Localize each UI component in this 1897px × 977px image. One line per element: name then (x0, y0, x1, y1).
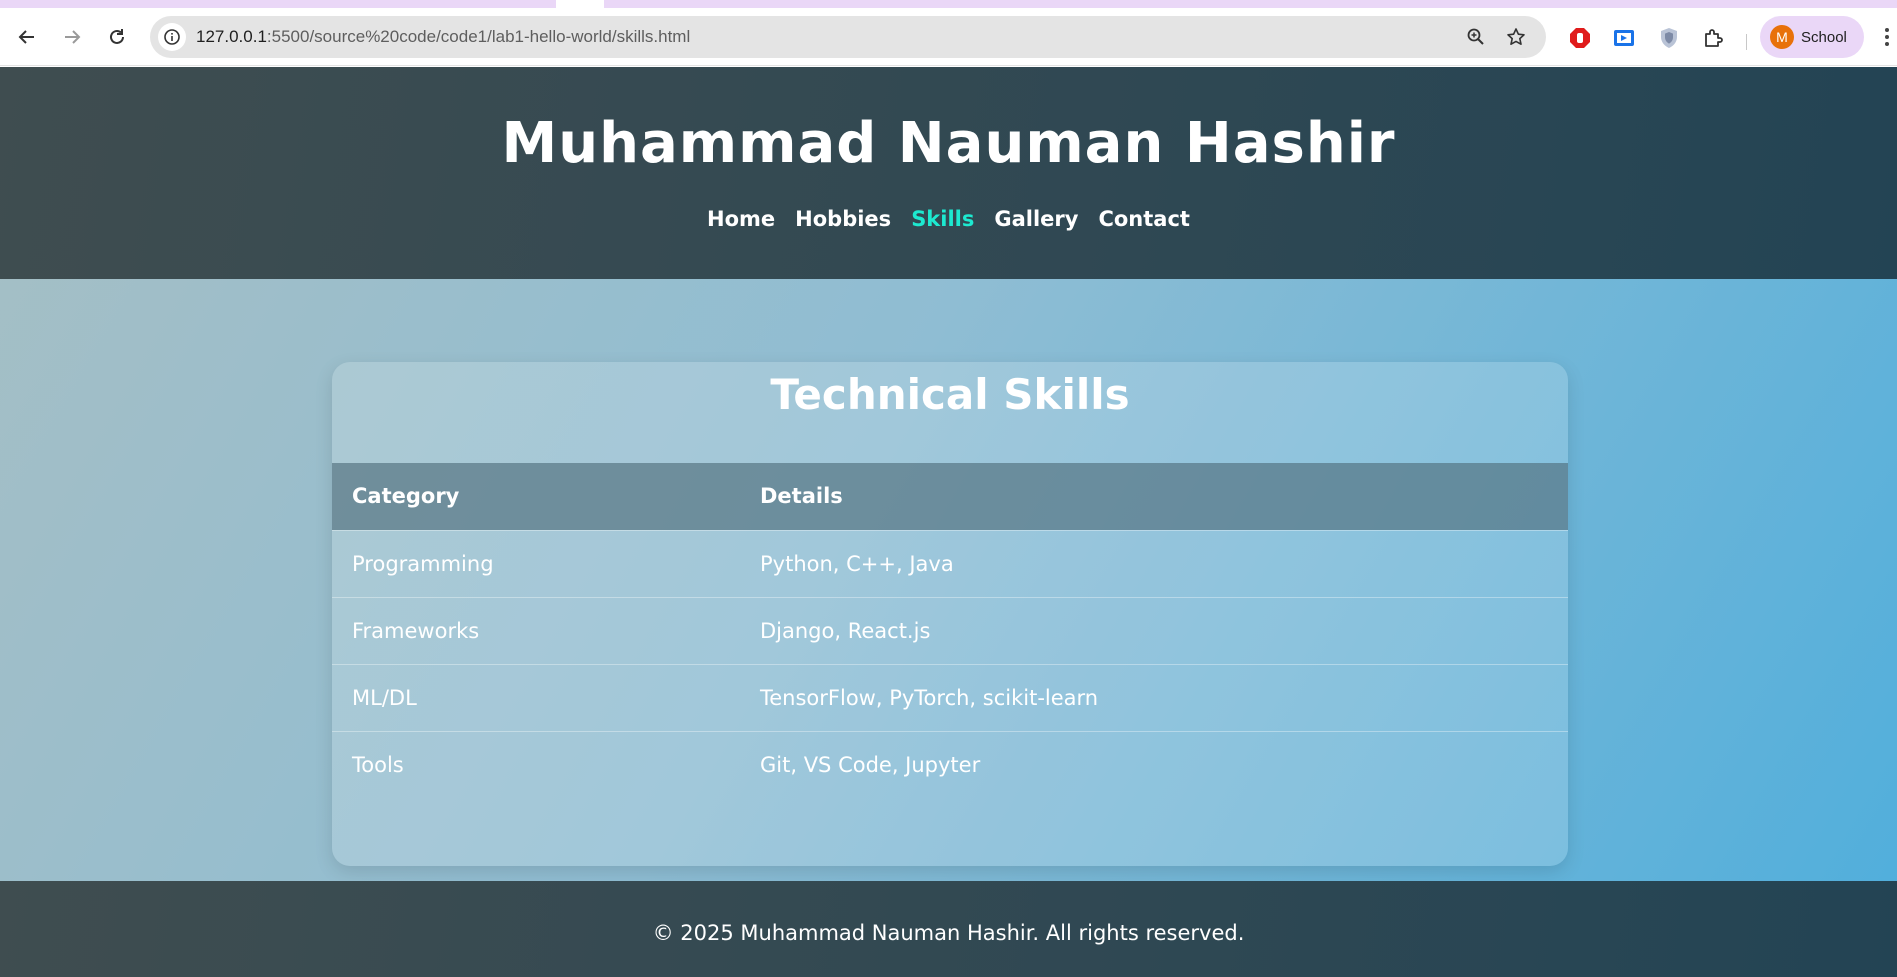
footer-copyright: © 2025 Muhammad Nauman Hashir. All right… (652, 921, 1245, 945)
category-cell: Frameworks (332, 596, 740, 664)
table-row: Tools Git, VS Code, Jupyter (332, 730, 1568, 798)
profile-button[interactable]: M School (1760, 16, 1864, 58)
bookmark-star-icon (1507, 28, 1525, 45)
site-info-icon (164, 29, 180, 45)
toolbar-divider (1746, 34, 1747, 50)
skills-card: Technical Skills Category Details Progra… (332, 362, 1568, 866)
nav-link-skills[interactable]: Skills (911, 207, 974, 231)
category-cell: ML/DL (332, 663, 740, 731)
table-row: ML/DL TensorFlow, PyTorch, scikit-learn (332, 663, 1568, 731)
adblock-extension-icon (1570, 28, 1590, 48)
skills-table: Category Details Programming Python, C++… (332, 463, 1568, 798)
cast-extension-icon (1614, 30, 1634, 46)
extensions-puzzle-icon (1705, 29, 1723, 47)
back-icon (18, 30, 34, 44)
menu-dots-icon (1885, 35, 1889, 39)
forward-button[interactable] (58, 23, 86, 51)
browser-menu-button[interactable] (1880, 24, 1894, 50)
category-cell: Programming (332, 529, 740, 597)
address-bar[interactable]: 127.0.0.1:5500/source%20code/code1/lab1-… (150, 16, 1546, 58)
table-row: Frameworks Django, React.js (332, 596, 1568, 664)
browser-toolbar: 127.0.0.1:5500/source%20code/code1/lab1-… (0, 8, 1897, 66)
menu-dots-icon (1885, 42, 1889, 46)
reload-icon (110, 29, 124, 44)
zoom-icon (1467, 28, 1484, 45)
reload-button[interactable] (103, 23, 131, 51)
site-info-button[interactable] (158, 23, 186, 51)
cast-extension-button[interactable] (1612, 26, 1636, 50)
shield-extension-button[interactable] (1657, 26, 1681, 50)
active-tab[interactable] (556, 0, 604, 8)
details-cell: Git, VS Code, Jupyter (740, 730, 1568, 798)
site-footer: © 2025 Muhammad Nauman Hashir. All right… (0, 881, 1897, 977)
nav-link-hobbies[interactable]: Hobbies (795, 207, 891, 231)
details-cell: Python, C++, Java (740, 529, 1568, 597)
column-header-category: Category (332, 463, 740, 530)
avatar: M (1770, 25, 1794, 49)
nav-link-gallery[interactable]: Gallery (994, 207, 1078, 231)
nav-link-home[interactable]: Home (707, 207, 775, 231)
back-button[interactable] (13, 23, 41, 51)
zoom-button[interactable] (1465, 26, 1487, 48)
shield-extension-icon (1661, 28, 1677, 48)
table-row: Programming Python, C++, Java (332, 529, 1568, 597)
table-header-row: Category Details (332, 463, 1568, 530)
details-cell: TensorFlow, PyTorch, scikit-learn (740, 663, 1568, 731)
adblock-extension-button[interactable] (1568, 26, 1592, 50)
extensions-button[interactable] (1702, 26, 1726, 50)
bookmark-button[interactable] (1505, 26, 1527, 48)
details-cell: Django, React.js (740, 596, 1568, 664)
forward-icon (65, 30, 81, 44)
category-cell: Tools (332, 730, 740, 798)
site-nav: Home Hobbies Skills Gallery Contact (0, 207, 1897, 231)
url-host: 127.0.0.1 (196, 27, 267, 46)
site-header: Muhammad Nauman Hashir Home Hobbies Skil… (0, 67, 1897, 279)
web-page: Muhammad Nauman Hashir Home Hobbies Skil… (0, 67, 1897, 977)
site-title: Muhammad Nauman Hashir (501, 111, 1396, 176)
menu-dots-icon (1885, 28, 1889, 32)
profile-name: School (1801, 28, 1847, 46)
tab-strip (0, 0, 1897, 8)
url-path: :5500/source%20code/code1/lab1-hello-wor… (266, 27, 691, 46)
skills-title: Technical Skills (770, 370, 1130, 419)
column-header-details: Details (740, 463, 1568, 530)
nav-link-contact[interactable]: Contact (1098, 207, 1190, 231)
url-text[interactable]: 127.0.0.1:5500/source%20code/code1/lab1-… (196, 27, 690, 47)
